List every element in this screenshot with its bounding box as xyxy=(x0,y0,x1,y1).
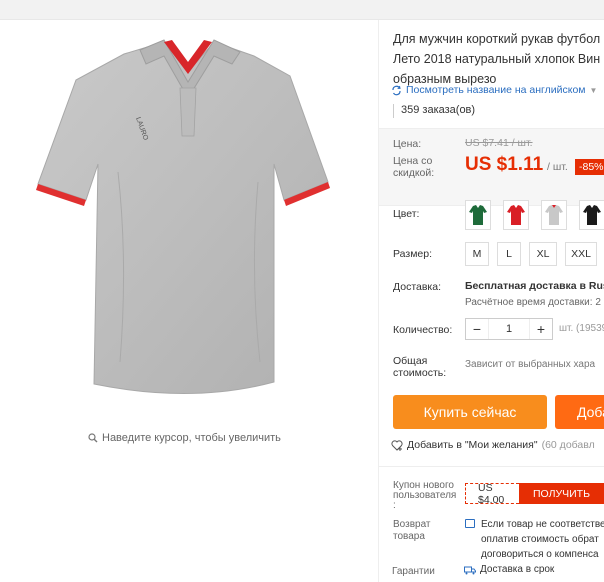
translate-icon xyxy=(392,85,401,95)
divider xyxy=(379,466,604,467)
total-label: Общая стоимость: xyxy=(393,355,446,379)
returns-text-line: Если товар не соответстве xyxy=(481,519,604,530)
returns-label: Возврат товара xyxy=(393,519,431,543)
heart-plus-icon xyxy=(391,439,403,451)
product-image[interactable]: LAURO xyxy=(28,32,348,412)
color-option-black[interactable] xyxy=(579,200,604,230)
shipping-label: Доставка: xyxy=(393,281,442,293)
quantity-label: Количество: xyxy=(393,324,453,336)
size-option-xxl[interactable]: XXL xyxy=(565,242,597,266)
size-option-m[interactable]: M xyxy=(465,242,489,266)
color-option-gray[interactable] xyxy=(541,200,567,230)
size-label: Размер: xyxy=(393,248,433,260)
product-title-line: Лето 2018 натуральный хлопок Вин xyxy=(393,52,601,66)
discount-price-label-line: скидкой: xyxy=(393,167,435,179)
buy-now-button[interactable]: Купить сейчас xyxy=(393,395,547,429)
color-option-green[interactable] xyxy=(465,200,491,230)
product-info-panel: Для мужчин короткий рукав футбол Лето 20… xyxy=(378,20,604,582)
shirt-icon xyxy=(545,205,563,225)
discount-price-label: Цена со скидкой: xyxy=(393,155,434,179)
orders-count: 359 заказа(ов) xyxy=(401,104,476,116)
discount-price-label-line: Цена со xyxy=(393,155,433,167)
coupon-label-line: : xyxy=(393,500,396,511)
zoom-hint-text: Наведите курсор, чтобы увеличить xyxy=(102,432,281,444)
color-label: Цвет: xyxy=(393,208,420,220)
quantity-decrease-button[interactable]: − xyxy=(466,319,488,339)
top-strip xyxy=(0,0,604,20)
quantity-increase-button[interactable]: + xyxy=(530,319,552,339)
quantity-input[interactable]: 1 xyxy=(488,319,530,339)
translate-title-link[interactable]: Посмотреть название на английском ▼ xyxy=(391,84,597,96)
returns-label-line: Возврат xyxy=(393,519,431,530)
total-label-line: стоимость: xyxy=(393,367,447,379)
divider xyxy=(393,104,394,118)
product-gallery: LAURO Наведите курсор, чтобы увеличить xyxy=(0,20,378,582)
price-label: Цена: xyxy=(393,138,422,150)
shirt-icon xyxy=(469,205,487,225)
total-label-line: Общая xyxy=(393,355,428,367)
coupon-amount: US $4.00 xyxy=(465,482,519,506)
coupon-label: Купон нового пользователя : xyxy=(393,481,465,511)
chevron-down-icon: ▼ xyxy=(589,85,598,95)
zoom-hint: Наведите курсор, чтобы увеличить xyxy=(88,432,281,444)
returns-text-line: оплатив стоимость обрат xyxy=(481,534,599,545)
coupon: US $4.00 ПОЛУЧИТЬ xyxy=(465,482,604,506)
discount-badge: -85% xyxy=(575,159,604,175)
price-box: Цена: US $7.41 / шт. Цена со скидкой: US… xyxy=(379,128,604,206)
shirt-icon xyxy=(507,205,525,225)
size-option-l[interactable]: L xyxy=(497,242,521,266)
product-title: Для мужчин короткий рукав футбол Лето 20… xyxy=(393,29,604,89)
add-to-wishlist-link[interactable]: Добавить в "Мои желания" (60 добавл xyxy=(391,439,595,451)
shirt-icon xyxy=(583,205,601,225)
get-coupon-button[interactable]: ПОЛУЧИТЬ xyxy=(518,483,604,504)
add-to-cart-button[interactable]: Доба xyxy=(555,395,604,429)
color-option-red[interactable] xyxy=(503,200,529,230)
shipping-estimate: Расчётное время доставки: 2 xyxy=(465,297,601,308)
shipping-title[interactable]: Бесплатная доставка в Rus xyxy=(465,280,604,292)
quantity-available: шт. (19539 xyxy=(559,323,604,334)
returns-text-line: договориться о компенса xyxy=(481,549,599,560)
product-title-line: Для мужчин короткий рукав футбол xyxy=(393,32,601,46)
size-option-xl[interactable]: XL xyxy=(529,242,557,266)
quantity-stepper: − 1 + xyxy=(465,318,553,340)
wishlist-count: (60 добавл xyxy=(541,439,595,451)
price-unit: / шт. xyxy=(547,161,568,173)
total-note: Зависит от выбранных хара xyxy=(465,359,596,370)
returns-label-line: товара xyxy=(393,531,425,542)
sale-price: US $1.11 xyxy=(465,154,544,175)
translate-link-text: Посмотреть название на английском xyxy=(406,84,586,96)
magnifier-icon xyxy=(88,433,98,443)
returns-policy: Если товар не соответстве оплатив стоимо… xyxy=(465,517,604,562)
coupon-label-line: пользователя xyxy=(393,490,457,501)
old-price: US $7.41 / шт. xyxy=(465,137,533,149)
wishlist-text: Добавить в "Мои желания" xyxy=(407,439,538,451)
return-policy-icon xyxy=(465,519,475,528)
